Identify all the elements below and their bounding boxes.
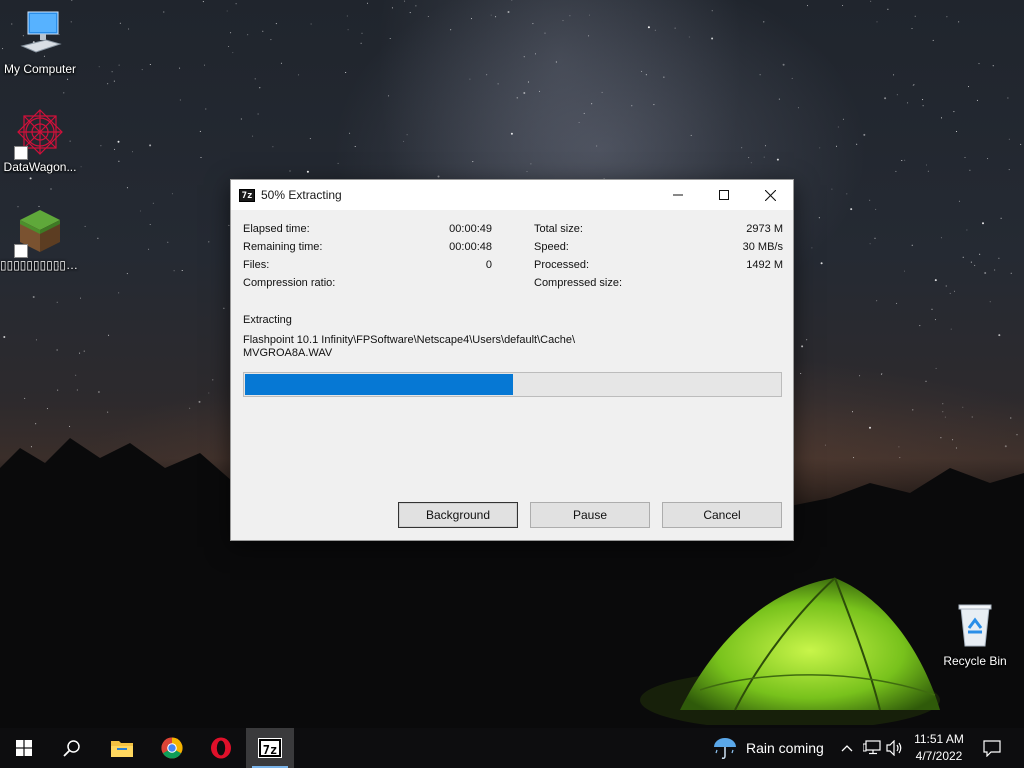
recycle-bin-icon: [951, 602, 999, 650]
desktop-icon-minecraft[interactable]: ▯▯▯▯▯▯▯▯▯▯▯▯▯...: [0, 206, 80, 272]
minimize-button[interactable]: [655, 180, 701, 210]
desktop-icon-label: DataWagon...: [3, 160, 77, 174]
desktop-icon-label: Recycle Bin: [943, 654, 1007, 668]
compressed-size-label: Compressed size:: [534, 277, 623, 289]
taskbar-7zip[interactable]: 7z: [246, 728, 294, 768]
compression-ratio-label: Compression ratio:: [243, 277, 336, 289]
umbrella-rain-icon: [714, 738, 736, 759]
desktop-icon-label: My Computer: [3, 62, 77, 76]
remaining-time-value: 00:00:48: [449, 241, 492, 253]
file-explorer-icon: [111, 741, 133, 757]
speed-value: 30 MB/s: [742, 241, 783, 253]
clock-date: 4/7/2022: [915, 749, 963, 763]
files-label: Files:: [243, 259, 270, 271]
7zip-icon: 7z: [258, 738, 282, 758]
weather-text: Rain coming: [746, 740, 824, 756]
maximize-icon: [719, 190, 729, 200]
cancel-button[interactable]: Cancel: [662, 502, 782, 528]
opera-icon: [211, 737, 231, 759]
total-size-value: 2973 M: [746, 223, 783, 235]
desktop-icon-label: ▯▯▯▯▯▯▯▯▯▯▯▯▯...: [0, 258, 80, 272]
file-name-line: MVGROA8A.WAV: [243, 347, 333, 359]
extracting-dialog: 7z 50% Extracting Elapsed time: 00:00:49…: [230, 179, 794, 541]
weather-widget[interactable]: Rain coming: [712, 728, 828, 768]
chrome-icon: [161, 737, 183, 759]
extracting-label: Extracting: [243, 314, 292, 326]
total-size-label: Total size:: [534, 223, 583, 235]
search-icon: [63, 740, 80, 757]
tent-illustration: [640, 577, 940, 725]
elapsed-time-value: 00:00:49: [449, 223, 492, 235]
taskbar-opera[interactable]: [197, 728, 245, 768]
windows-start-icon: [16, 740, 32, 756]
file-path-line: Flashpoint 10.1 Infinity\FPSoftware\Nets…: [243, 334, 576, 346]
show-hidden-icons-button[interactable]: [836, 728, 858, 768]
remaining-time-label: Remaining time:: [243, 241, 323, 253]
notification-icon: [983, 739, 1001, 757]
start-button[interactable]: [0, 728, 48, 768]
extraction-stats: Elapsed time: 00:00:49 Total size: 2973 …: [243, 223, 783, 295]
datawagon-icon: [14, 108, 64, 160]
files-value: 0: [485, 259, 492, 271]
taskbar-file-explorer[interactable]: [98, 728, 146, 768]
background-button[interactable]: Background: [398, 502, 518, 528]
processed-value: 1492 M: [746, 259, 783, 271]
dialog-title: 50% Extracting: [261, 188, 342, 202]
chevron-up-icon: [841, 745, 853, 752]
computer-icon: [16, 10, 64, 58]
search-button[interactable]: [48, 728, 96, 768]
volume-button[interactable]: [884, 728, 906, 768]
desktop-icon-recycle-bin[interactable]: Recycle Bin: [935, 602, 1015, 668]
shortcut-arrow-icon: [14, 244, 28, 258]
clock-time: 11:51 AM: [914, 732, 964, 746]
elapsed-time-label: Elapsed time:: [243, 223, 310, 235]
taskbar: 7z Rain coming 11:51 AM 4/7/2022: [0, 728, 1024, 768]
processed-label: Processed:: [534, 259, 590, 271]
close-icon: [764, 189, 776, 201]
taskbar-chrome[interactable]: [148, 728, 196, 768]
speaker-icon: [886, 740, 902, 756]
desktop-icon-datawagon[interactable]: DataWagon...: [0, 108, 80, 174]
speed-label: Speed:: [534, 241, 569, 253]
network-button[interactable]: [860, 728, 884, 768]
maximize-button[interactable]: [701, 180, 747, 210]
network-icon: [863, 740, 881, 755]
progress-fill: [245, 374, 513, 395]
minimize-icon: [673, 194, 683, 196]
7zip-app-icon: 7z: [239, 188, 255, 202]
close-button[interactable]: [747, 180, 793, 210]
notifications-button[interactable]: [978, 728, 1006, 768]
desktop-icon-my-computer[interactable]: My Computer: [0, 10, 80, 76]
extraction-progress-bar: [243, 372, 782, 397]
shortcut-arrow-icon: [14, 146, 28, 160]
clock[interactable]: 11:51 AM 4/7/2022: [904, 731, 974, 765]
dialog-titlebar[interactable]: 7z 50% Extracting: [231, 180, 793, 210]
current-file-path: Flashpoint 10.1 Infinity\FPSoftware\Nets…: [243, 334, 575, 360]
pause-button[interactable]: Pause: [530, 502, 650, 528]
minecraft-block-icon: [14, 206, 64, 258]
